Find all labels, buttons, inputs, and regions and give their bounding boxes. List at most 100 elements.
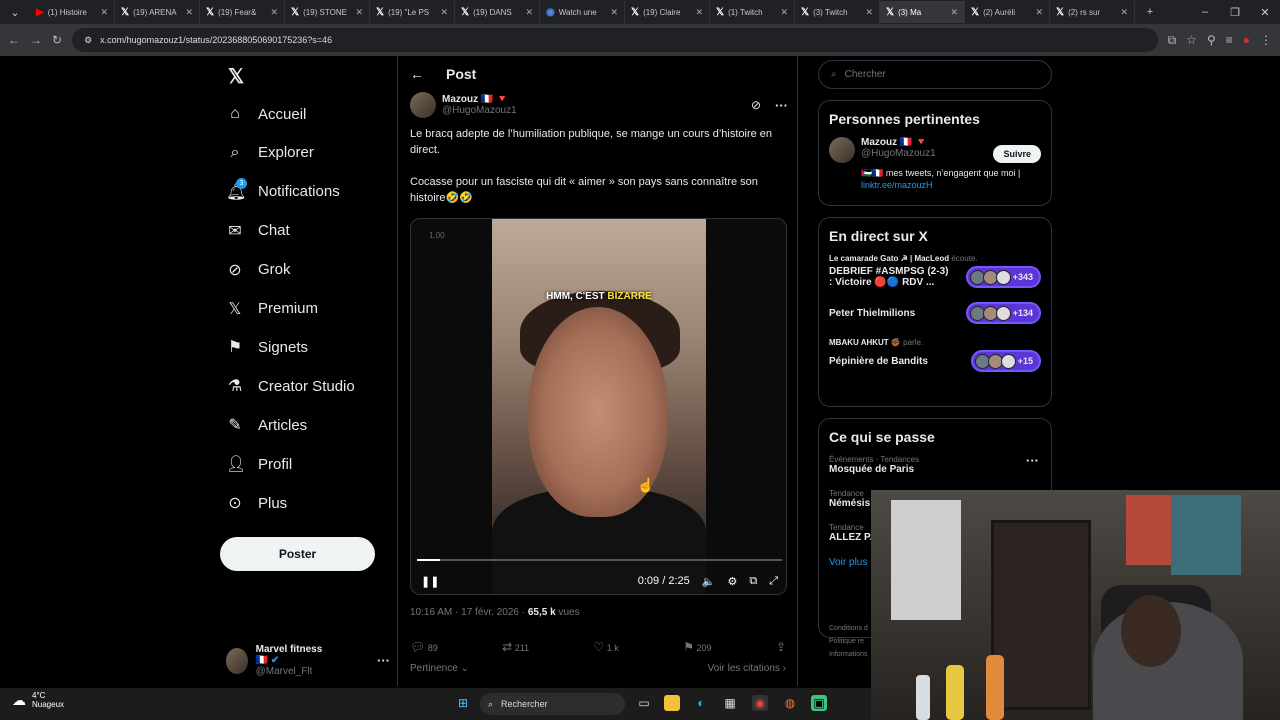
browser-tab[interactable]: 𝕏 (1) Twitch ✕ xyxy=(710,1,795,23)
back-arrow-icon[interactable]: ← xyxy=(410,66,424,82)
fullscreen-icon[interactable]: ⤢ xyxy=(769,575,778,588)
footer-link[interactable]: Informations xyxy=(829,648,868,661)
app-icon[interactable]: ▣ xyxy=(811,695,827,711)
media-icon[interactable]: ≡ xyxy=(1226,33,1233,47)
pip-icon[interactable]: ⧉ xyxy=(749,575,757,588)
url-field[interactable]: ⚙ x.com/hugomazouz1/status/2023688050690… xyxy=(72,28,1158,52)
file-explorer-icon[interactable] xyxy=(664,695,680,711)
live-space[interactable]: Le camarade Gato ☭ | MacLeod écoute. DEBR… xyxy=(829,254,1041,288)
browser-tab[interactable]: 𝕏 (2) Auréli ✕ xyxy=(965,1,1050,23)
volume-icon[interactable]: 🔈 xyxy=(702,575,716,588)
listeners-pill[interactable]: +134 xyxy=(965,302,1041,324)
menu-icon[interactable]: ⋮ xyxy=(1260,33,1272,47)
browser-tab[interactable]: 𝕏 (19) STONE ✕ xyxy=(285,1,370,23)
nav-item-signets[interactable]: ⚑ Signets xyxy=(226,333,308,361)
close-tab-icon[interactable]: ✕ xyxy=(1120,7,1128,18)
video-player[interactable]: 1.00 HMM, C'EST BIZARRE ☝ ❚❚ 0:09 / 2:25… xyxy=(410,218,787,595)
video-progress-bar[interactable] xyxy=(417,559,782,561)
nav-item-premium[interactable]: 𝕏 Premium xyxy=(226,295,318,323)
browser-tab[interactable]: 𝕏 (19) "Le PS ✕ xyxy=(370,1,455,23)
live-space[interactable]: MBAKU AHKUT ✊🏾 parle. Pépinière de Bandit… xyxy=(829,338,1041,372)
firefox-icon[interactable]: ◍ xyxy=(782,695,798,711)
browser-tab[interactable]: 𝕏 (3) Ma ✕ xyxy=(880,1,965,23)
x-logo-icon[interactable]: 𝕏 xyxy=(228,64,244,89)
nav-item-profil[interactable]: 👤︎ Profil xyxy=(226,450,292,478)
browser-tab[interactable]: 𝕏 (2) rs sur ✕ xyxy=(1050,1,1135,23)
more-icon[interactable]: ··· xyxy=(775,98,788,113)
close-tab-icon[interactable]: ✕ xyxy=(865,7,873,18)
reply-button[interactable]: 💬︎ 89 xyxy=(410,640,438,654)
listeners-pill[interactable]: +343 xyxy=(965,266,1041,288)
site-info-icon[interactable]: ⚙ xyxy=(84,35,92,46)
chrome-icon[interactable]: ◉ xyxy=(752,695,768,711)
pause-icon[interactable]: ❚❚ xyxy=(421,575,439,588)
live-space[interactable]: Peter Thielmilions +134 xyxy=(829,302,1041,324)
nav-item-articles[interactable]: ✎ Articles xyxy=(226,411,307,439)
new-tab-icon[interactable]: + xyxy=(1135,6,1165,18)
windows-start-icon[interactable]: ⊞ xyxy=(455,695,471,711)
close-tab-icon[interactable]: ✕ xyxy=(780,7,788,18)
close-tab-icon[interactable]: ✕ xyxy=(610,7,618,18)
listeners-pill[interactable]: +15 xyxy=(970,350,1041,372)
browser-tab[interactable]: ▶ (1) Histoire ✕ xyxy=(30,1,115,23)
weather-widget[interactable]: ☁ 4°C Nuageux xyxy=(12,691,64,709)
browser-tab[interactable]: 𝕏 (3) Twitch ✕ xyxy=(795,1,880,23)
close-tab-icon[interactable]: ✕ xyxy=(270,7,278,18)
close-tab-icon[interactable]: ✕ xyxy=(1035,7,1043,18)
tweet-timestamp[interactable]: 10:16 AM · 17 févr. 2026 · xyxy=(410,607,528,618)
close-tab-icon[interactable]: ✕ xyxy=(525,7,533,18)
settings-icon[interactable]: ⚙ xyxy=(727,575,737,588)
extensions-icon[interactable]: ⚲ xyxy=(1207,33,1216,47)
tweet-author[interactable]: Mazouz 🇫🇷 🔻 @HugoMazouz1 ⊘ ··· xyxy=(410,92,788,118)
nav-item-creator-studio[interactable]: ⚗ Creator Studio xyxy=(226,372,355,400)
relevant-name[interactable]: Mazouz xyxy=(861,137,897,148)
like-button[interactable]: ♡ 1 k xyxy=(594,640,619,654)
close-tab-icon[interactable]: ✕ xyxy=(440,7,448,18)
profile-icon[interactable]: ● xyxy=(1243,33,1250,47)
account-switcher[interactable]: Marvel fitness 🇫🇷 ✔ @Marvel_Flt ··· xyxy=(226,644,390,677)
footer-link[interactable]: Conditions d xyxy=(829,622,868,635)
store-icon[interactable]: ▦ xyxy=(722,695,738,711)
nav-item-plus[interactable]: ⊙ Plus xyxy=(226,489,287,517)
search-input[interactable]: ⌕ Chercher xyxy=(818,60,1052,89)
more-icon[interactable]: ··· xyxy=(1026,453,1039,468)
install-icon[interactable]: ⧉ xyxy=(1168,33,1177,48)
browser-tab[interactable]: ◉ Watch une ✕ xyxy=(540,1,625,23)
grok-icon[interactable]: ⊘ xyxy=(751,98,761,112)
browser-tab[interactable]: 𝕏 (19) Fear& ✕ xyxy=(200,1,285,23)
more-icon[interactable]: ··· xyxy=(377,653,390,668)
avatar[interactable] xyxy=(829,137,855,163)
nav-item-chat[interactable]: ✉ Chat xyxy=(226,217,289,245)
task-view-icon[interactable]: ▭ xyxy=(636,695,652,711)
reload-icon[interactable]: ↻ xyxy=(52,33,62,47)
bookmark-button[interactable]: ⚑ 209 xyxy=(683,640,711,654)
edge-icon[interactable]: ◐ xyxy=(693,695,709,711)
close-tab-icon[interactable]: ✕ xyxy=(185,7,193,18)
forward-icon[interactable]: → xyxy=(30,33,42,47)
post-button[interactable]: Poster xyxy=(220,537,375,571)
close-tab-icon[interactable]: ✕ xyxy=(100,7,108,18)
nav-item-explorer[interactable]: ⌕ Explorer xyxy=(226,139,314,167)
back-icon[interactable]: ← xyxy=(8,33,20,47)
author-name[interactable]: Mazouz xyxy=(442,94,478,105)
browser-tab[interactable]: 𝕏 (19) Claire ✕ xyxy=(625,1,710,23)
sort-dropdown[interactable]: Pertinence ⌄ xyxy=(410,663,469,674)
nav-item-grok[interactable]: ⊘ Grok xyxy=(226,256,290,284)
follow-button[interactable]: Suivre xyxy=(993,145,1041,163)
taskbar-search[interactable]: ⌕ Rechercher xyxy=(480,693,625,715)
minimize-icon[interactable]: – xyxy=(1190,6,1220,18)
tab-list-icon[interactable]: ⌄ xyxy=(0,6,30,19)
browser-tab[interactable]: 𝕏 (19) DANS ✕ xyxy=(455,1,540,23)
share-icon[interactable]: ⇪ xyxy=(776,640,786,654)
restore-icon[interactable]: ❐ xyxy=(1220,6,1250,19)
quotes-link[interactable]: Voir les citations › xyxy=(708,663,786,674)
browser-tab[interactable]: 𝕏 (19) ARENA ✕ xyxy=(115,1,200,23)
nav-item-accueil[interactable]: ⌂ Accueil xyxy=(226,100,306,128)
author-handle[interactable]: @HugoMazouz1 xyxy=(442,105,517,116)
footer-link[interactable]: Politique re xyxy=(829,635,868,648)
nav-item-notifications[interactable]: 🔔︎ 3 Notifications xyxy=(226,177,340,206)
close-tab-icon[interactable]: ✕ xyxy=(355,7,363,18)
trend-item[interactable]: Événements · Tendances Mosquée de Paris ··… xyxy=(829,453,1041,475)
close-window-icon[interactable]: ✕ xyxy=(1250,6,1280,19)
bio-link[interactable]: linktr.ee/mazouzH xyxy=(861,180,933,190)
